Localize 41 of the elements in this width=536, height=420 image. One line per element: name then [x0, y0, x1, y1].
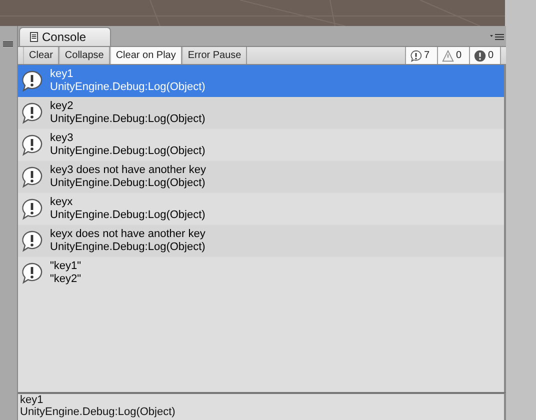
- log-message: key3: [50, 132, 74, 145]
- log-stack-trace: UnityEngine.Debug:Log(Object): [50, 81, 206, 94]
- detail-message: key1: [20, 394, 44, 406]
- warning-icon: [442, 50, 454, 62]
- log-filter-toggle[interactable]: 7: [405, 47, 437, 64]
- info-bubble-icon: [21, 166, 43, 188]
- info-bubble-icon: [410, 50, 422, 62]
- log-stack-trace: "key2": [50, 273, 82, 286]
- console-tab[interactable]: Console: [19, 27, 112, 46]
- log-stack-trace: UnityEngine.Debug:Log(Object): [50, 177, 206, 190]
- info-bubble-icon: [21, 230, 43, 252]
- toolbar-button[interactable]: Clear: [23, 47, 59, 64]
- log-stack-trace: UnityEngine.Debug:Log(Object): [50, 113, 206, 126]
- log-entry[interactable]: keyx does not have another key UnityEngine.Debug:Log(Object): [18, 225, 504, 257]
- log-stack-trace: UnityEngine.Debug:Log(Object): [50, 145, 206, 158]
- log-entry[interactable]: key3 does not have another key UnityEngine.Debug:Log(Object): [18, 161, 504, 193]
- info-bubble-icon: [21, 102, 43, 124]
- log-message: key3 does not have another key: [50, 164, 206, 177]
- info-bubble-icon: [21, 262, 43, 284]
- log-entry[interactable]: key1 UnityEngine.Debug:Log(Object): [18, 65, 504, 97]
- log-message: "key1": [50, 260, 82, 273]
- info-bubble-icon: [21, 198, 43, 220]
- log-filter-toggle[interactable]: 0: [437, 47, 469, 64]
- log-stack-trace: UnityEngine.Debug:Log(Object): [50, 241, 206, 254]
- toolbar-toggle[interactable]: Error Pause: [182, 47, 248, 64]
- log-entry[interactable]: key2 UnityEngine.Debug:Log(Object): [18, 97, 504, 129]
- menu-icon[interactable]: [3, 41, 13, 47]
- error-icon: [474, 50, 486, 62]
- document-icon: [30, 32, 38, 42]
- info-bubble-icon: [21, 70, 43, 92]
- log-message: keyx: [50, 196, 74, 209]
- log-message: key1: [50, 68, 74, 81]
- info-bubble-icon: [21, 134, 43, 156]
- menu-icon[interactable]: [490, 34, 504, 40]
- log-filter-toggle[interactable]: 0: [469, 47, 501, 64]
- tab-title: Console: [42, 30, 86, 44]
- detail-stack-trace: UnityEngine.Debug:Log(Object): [20, 406, 176, 418]
- log-stack-trace: UnityEngine.Debug:Log(Object): [50, 209, 206, 222]
- log-message: keyx does not have another key: [50, 228, 206, 241]
- log-message: key2: [50, 100, 74, 113]
- toolbar-toggle[interactable]: Clear on Play: [110, 47, 182, 64]
